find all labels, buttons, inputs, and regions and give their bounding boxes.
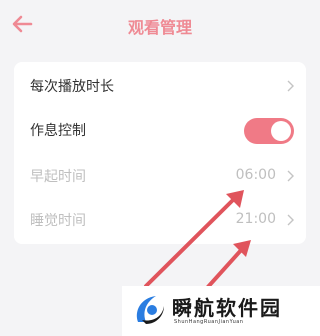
chevron-right-icon (287, 80, 294, 92)
toggle-knob (271, 121, 291, 141)
schedule-control-label: 作息控制 (30, 123, 86, 139)
schedule-control-row: 作息控制 (14, 108, 306, 152)
sleep-time-value: 21:00 (235, 211, 276, 227)
schedule-control-toggle[interactable] (244, 118, 294, 144)
header-bar: 观看管理 (0, 0, 320, 50)
settings-card: 每次播放时长 作息控制 早起时间 06:00 睡觉时间 21:00 (14, 62, 306, 244)
sleep-time-row[interactable]: 睡觉时间 21:00 (14, 198, 306, 242)
page-title: 观看管理 (127, 18, 192, 37)
watermark-brand: 瞬航软件园 (172, 296, 282, 320)
watermark-subtitle: ShunHangRuanJianYuan (174, 319, 244, 325)
play-duration-row[interactable]: 每次播放时长 (14, 64, 306, 108)
chevron-right-icon (287, 214, 294, 226)
sleep-time-label: 睡觉时间 (30, 213, 86, 229)
wake-time-label: 早起时间 (30, 169, 86, 185)
chevron-right-icon (287, 170, 294, 182)
wake-time-value: 06:00 (235, 167, 276, 183)
watermark: 瞬航软件园 ShunHangRuanJianYuan (122, 286, 320, 336)
wake-time-row[interactable]: 早起时间 06:00 (14, 154, 306, 198)
watermark-logo-icon (136, 296, 164, 324)
play-duration-label: 每次播放时长 (30, 79, 114, 95)
